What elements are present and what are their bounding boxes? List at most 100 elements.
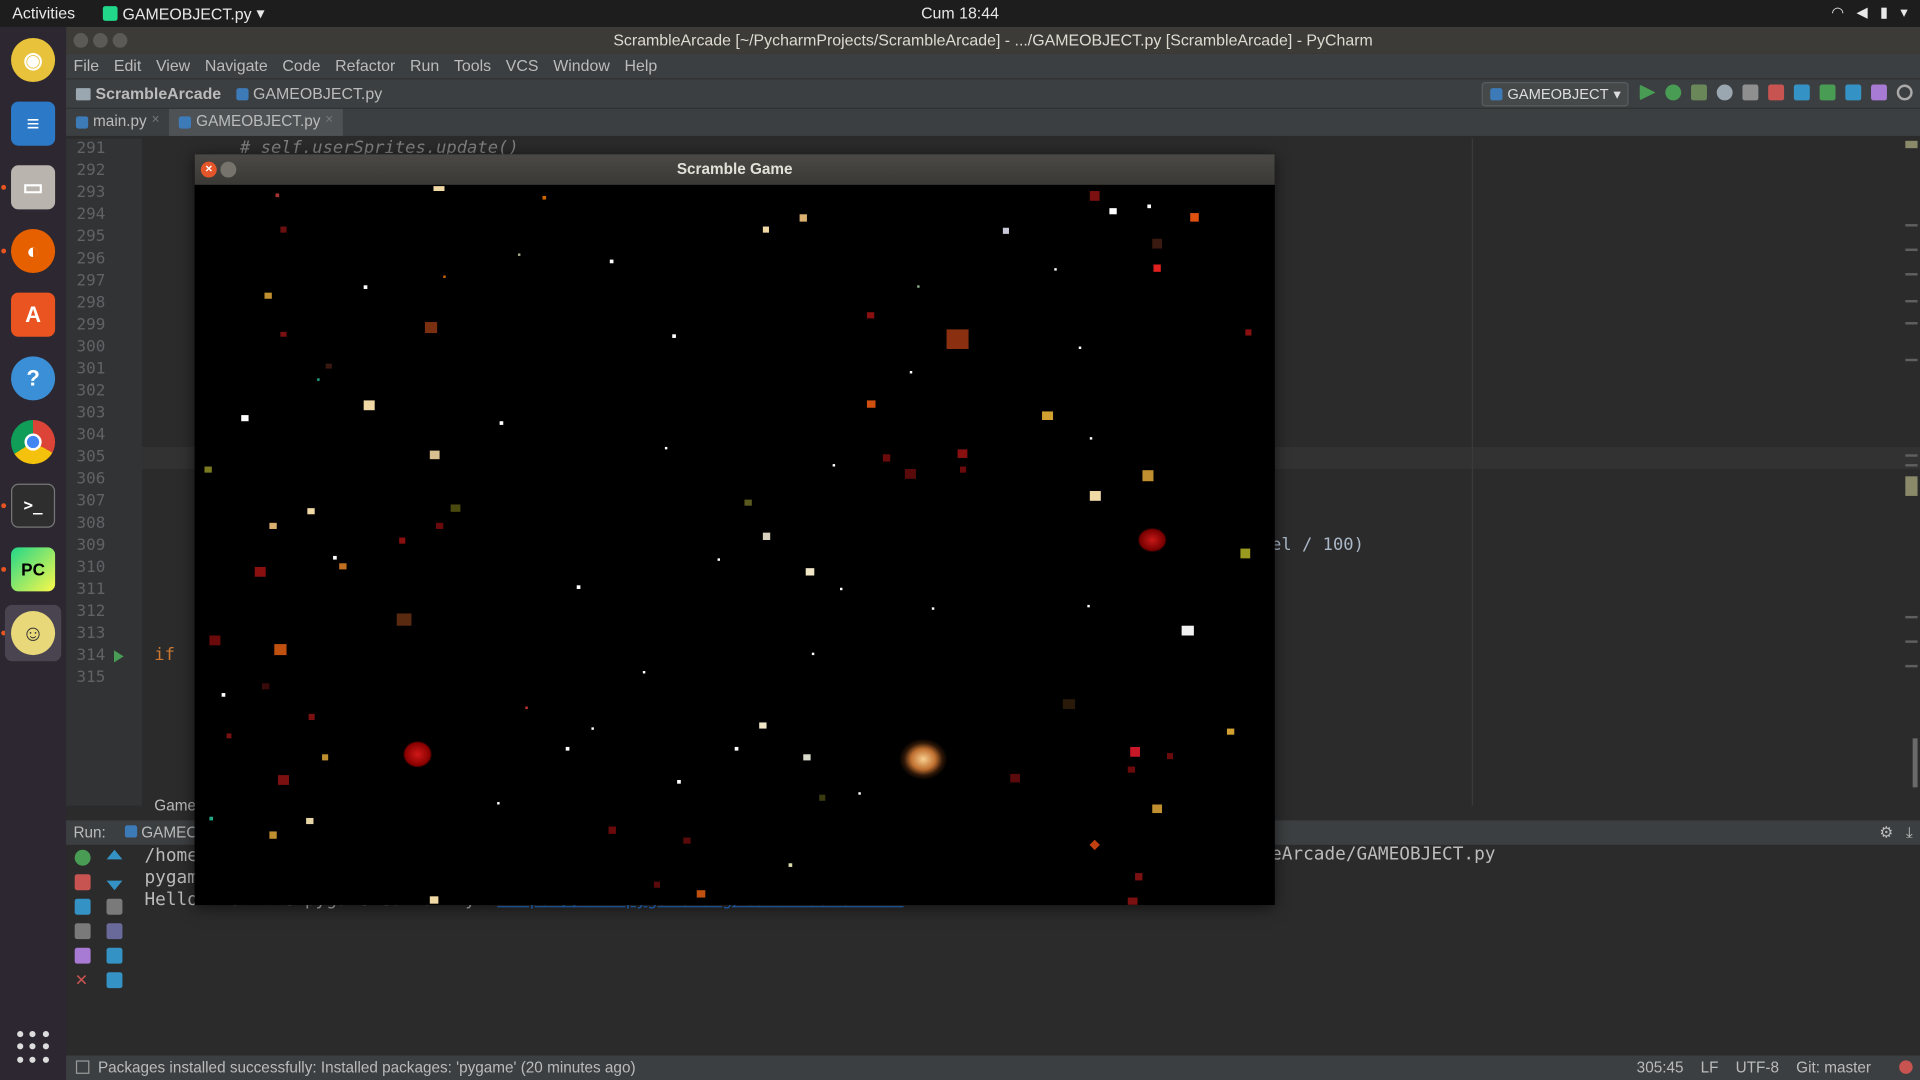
pause-icon[interactable] [74,898,91,915]
stop-icon[interactable] [1768,84,1785,101]
git-branch[interactable]: Git: master [1796,1056,1871,1080]
star [866,400,876,408]
star [280,331,287,337]
vcs-history-icon[interactable] [1845,84,1862,101]
notifications-icon[interactable] [1899,1060,1913,1074]
menu-file[interactable]: File [73,54,99,78]
breadcrumb-project[interactable]: ScrambleArcade [96,84,222,102]
dock-writer[interactable]: ≡ [5,96,61,152]
caret-position[interactable]: 305:45 [1637,1056,1684,1080]
close-tab-icon[interactable]: × [325,113,333,128]
dock-firefox[interactable]: ◐ [5,223,61,279]
star [204,466,212,473]
breadcrumb-file[interactable]: GAMEOBJECT.py [253,84,382,102]
trash-icon[interactable] [106,972,123,989]
line-separator[interactable]: LF [1701,1056,1719,1080]
system-tray[interactable]: ◠ ◀ ▮ ▾ [1831,4,1907,21]
down-arrow-icon[interactable] [106,880,123,891]
window-titlebar[interactable]: ScrambleArcade [~/PycharmProjects/Scramb… [66,26,1920,54]
editor-scrollbar[interactable] [1903,138,1920,805]
line-number: 300 [76,337,106,357]
file-encoding[interactable]: UTF-8 [1736,1056,1779,1080]
search-icon[interactable] [1896,84,1913,101]
menu-refactor[interactable]: Refactor [335,54,395,78]
tab-gameobject-py[interactable]: GAMEOBJECT.py × [169,108,343,136]
vcs-update-icon[interactable] [1793,84,1810,101]
files-icon: ▭ [11,165,56,210]
close-tab-icon[interactable]: × [152,113,160,128]
menu-view[interactable]: View [156,54,190,78]
minimize-window-button[interactable] [93,33,108,48]
close-window-button[interactable] [73,33,89,48]
structure-tab-game[interactable]: Game [154,797,196,814]
star [325,363,332,369]
soft-wrap-icon[interactable] [106,898,123,915]
menu-navigate[interactable]: Navigate [205,54,268,78]
dock-pygame[interactable]: ☺ [4,604,62,662]
scroll-to-end-icon[interactable] [106,923,123,940]
show-applications-icon[interactable] [17,1031,49,1063]
run-icon[interactable] [1639,84,1656,101]
line-number: 297 [76,271,106,291]
up-arrow-icon[interactable] [106,849,123,860]
menu-edit[interactable]: Edit [114,54,141,78]
close-icon[interactable]: × [200,161,217,178]
vcs-commit-icon[interactable] [1819,84,1836,101]
clock[interactable]: Cum 18:44 [0,4,1920,22]
dock-pycharm[interactable]: PC [5,541,61,597]
dock-software[interactable]: A [5,287,61,343]
rerun-icon[interactable] [74,849,91,866]
status-message[interactable]: Packages installed successfully: Install… [98,1056,636,1080]
debug-icon[interactable] [1665,84,1682,101]
pin-icon[interactable] [74,947,91,964]
maximize-window-button[interactable] [112,33,128,48]
layout-icon[interactable] [74,923,91,940]
run-configuration-select[interactable]: GAMEOBJECT ▾ [1481,82,1629,107]
star [762,226,769,233]
gear-icon[interactable]: ⚙ [1879,820,1893,844]
menu-tools[interactable]: Tools [454,54,491,78]
chrome-icon [11,420,56,465]
menu-run[interactable]: Run [410,54,439,78]
line-number: 296 [76,249,106,269]
scramble-game-window[interactable]: × Scramble Game [194,154,1275,905]
print-icon[interactable] [106,947,123,964]
menu-vcs[interactable]: VCS [506,54,539,78]
dock-files[interactable]: ▭ [5,159,61,215]
close-icon[interactable]: ✕ [75,972,91,988]
minimize-icon[interactable] [220,161,237,178]
dock-chrome[interactable] [5,414,61,470]
menu-window[interactable]: Window [553,54,610,78]
toolbar-actions [1639,84,1913,101]
status-window-icon[interactable] [75,1060,90,1074]
dock-help[interactable]: ? [5,350,61,406]
run-label: Run: [73,824,106,842]
star [226,733,232,739]
star [1147,204,1152,209]
line-number-gutter: 291 292 293 294 295 296 297 298 299 300 … [66,138,143,806]
concurrency-icon[interactable] [1742,84,1759,101]
game-canvas[interactable] [194,184,1275,905]
dock-rhythmbox[interactable]: ◉ [5,32,61,88]
menu-bar: File Edit View Navigate Code Refactor Ru… [66,53,1920,79]
star [917,285,920,288]
run-tab[interactable]: GAMEO [141,824,198,841]
vcs-revert-icon[interactable] [1871,84,1887,101]
tab-main-py[interactable]: main.py × [66,109,169,136]
star [269,522,277,529]
star [788,863,793,867]
stop-icon[interactable] [74,874,91,891]
profile-icon[interactable] [1716,84,1733,101]
coverage-icon[interactable] [1691,84,1707,101]
dock: ◉ ≡ ▭ ◐ A ? >_ PC ☺ [0,26,67,1080]
star [1152,804,1163,814]
star [450,504,461,512]
menu-code[interactable]: Code [282,54,320,78]
hide-panel-icon[interactable]: ⤓ [1906,820,1913,844]
game-titlebar[interactable]: × Scramble Game [194,154,1275,185]
star [565,746,570,751]
dock-terminal[interactable]: >_ [5,478,61,534]
star [221,693,226,697]
menu-help[interactable]: Help [625,54,658,78]
star [277,775,289,785]
